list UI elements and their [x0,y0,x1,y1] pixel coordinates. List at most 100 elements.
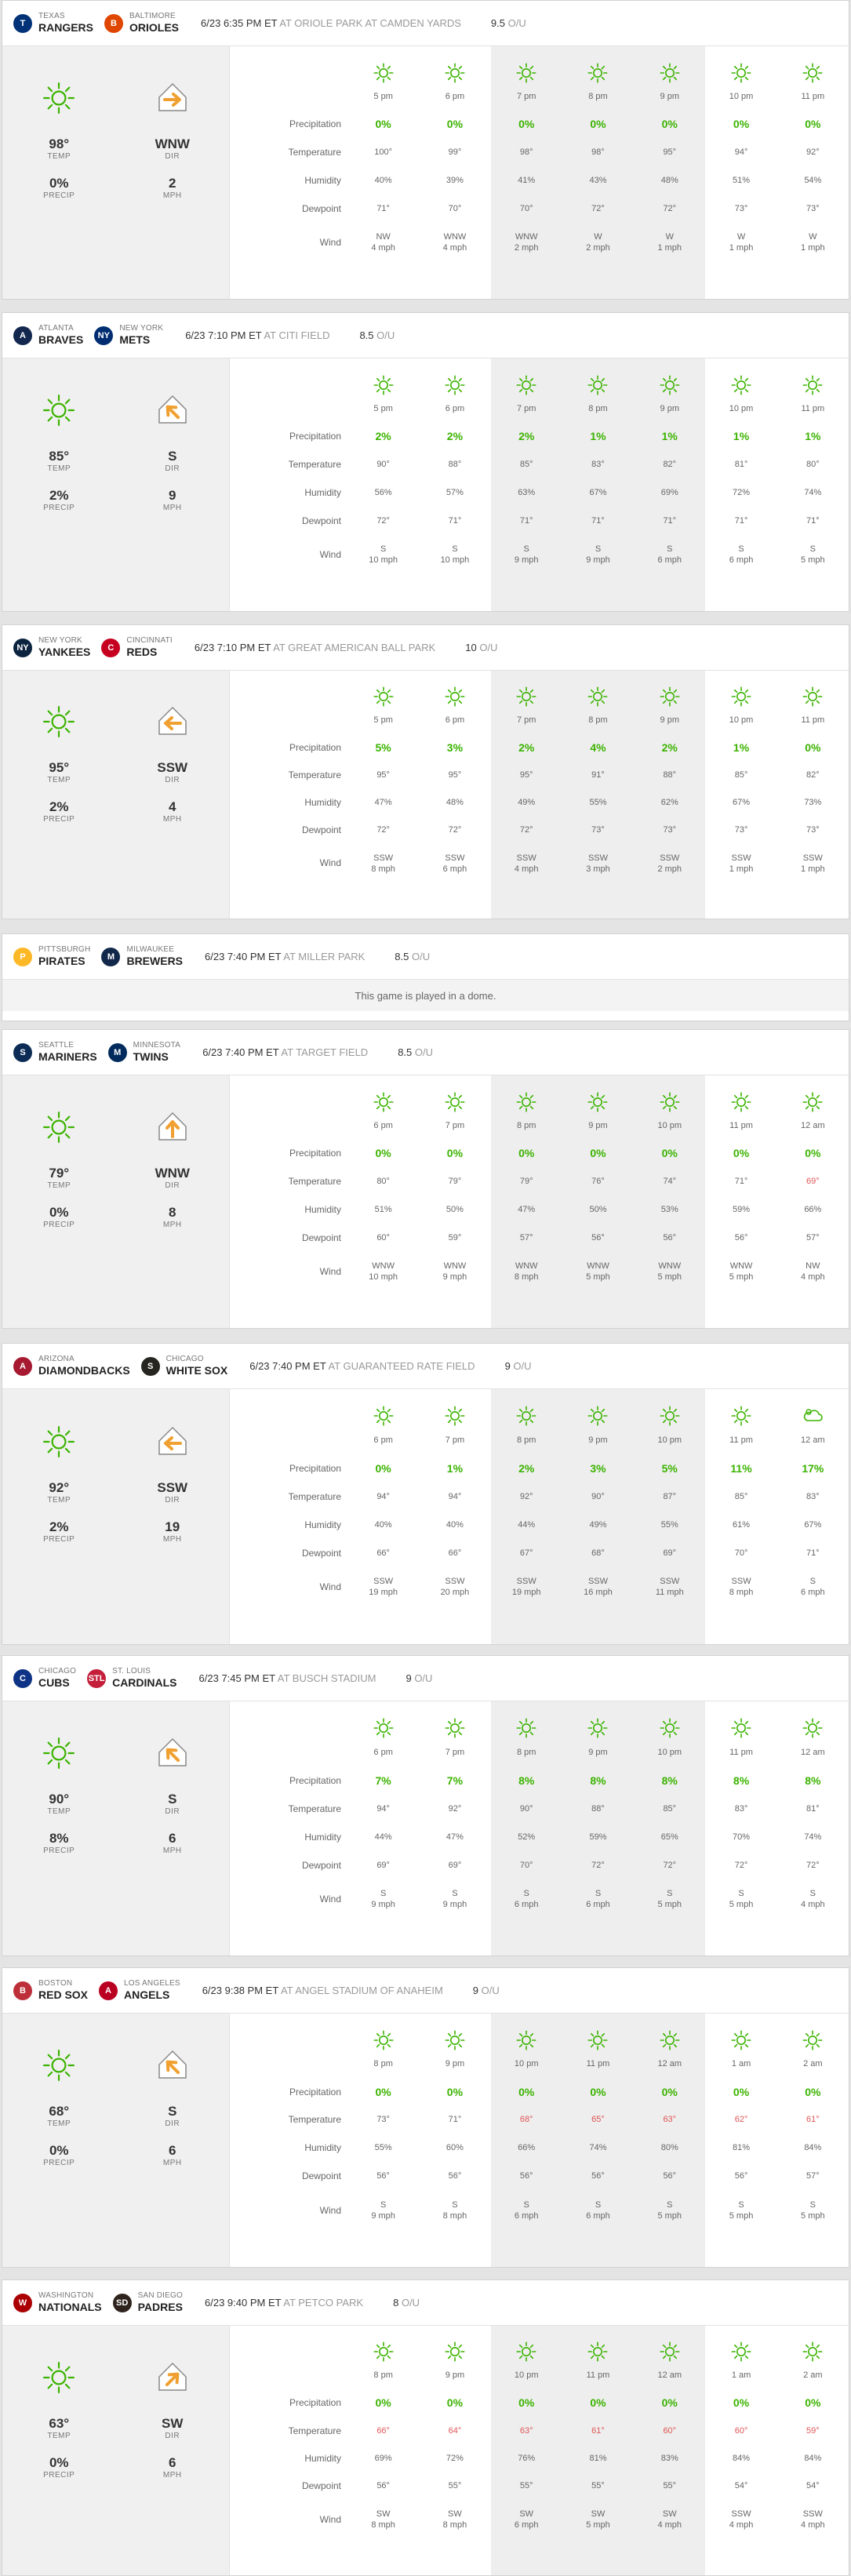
away-team[interactable]: A Atlanta Braves [13,324,83,347]
wind-speed: 8 mph [371,2520,395,2531]
wind-value: WNW 9 mph [419,1252,490,1283]
over-under-value: 9 [472,1985,479,1996]
game-header[interactable]: W Washington Nationals SD San Diego Padr… [2,2280,849,2326]
game-header[interactable]: T Texas Rangers B Baltimore Orioles 6/23… [2,1,849,46]
wind-value: S 9 mph [491,535,562,566]
hour-label: 12 am [657,2370,682,2380]
game-header[interactable]: B Boston Red Sox A Los Angeles Angels 6/… [2,1968,849,2014]
precip-value: 4% [590,740,606,754]
wind-speed: 5 mph [586,2520,610,2531]
hour-column: 1 am 0% 60° 84% 54° SSW 4 mph [705,2326,776,2575]
over-under-value: 8.5 [395,951,409,962]
row-labels: Precipitation Temperature Humidity Dewpo… [230,2326,347,2575]
wind-speed: 2 mph [657,864,682,874]
game-summary: 92° TEMP 2% PRECIP SSW DIR 19 MPH [2,1389,230,1644]
temp-value: 60° [663,2425,677,2436]
hour-label: 6 pm [373,1435,393,1445]
humidity-value: 76% [518,2453,536,2463]
row-labels: Precipitation Temperature Humidity Dewpo… [230,1701,347,1956]
dewpoint-value: 67° [519,1548,533,1559]
hour-column: 12 am 0% 60° 83% 55° SW 4 mph [634,2326,706,2575]
home-team[interactable]: C Cincinnati Reds [101,636,173,659]
dewpoint-value: 72° [376,515,390,526]
away-team-name: Diamondbacks [38,1364,130,1377]
wind-speed: 8 mph [442,2210,467,2221]
away-team[interactable]: A Arizona Diamondbacks [13,1355,130,1377]
wind-speed: 2 mph [586,243,610,253]
wind-direction: WNW [372,1261,395,1272]
away-team-name: Mariners [38,1050,97,1063]
away-team[interactable]: T Texas Rangers [13,12,93,35]
precip-value: 0% [518,2396,535,2410]
hour-label: 11 pm [729,1747,753,1757]
wind-speed: 4 mph [801,1272,825,1283]
game-header[interactable]: S Seattle Mariners M Minnesota Twins 6/2… [2,1030,849,1075]
hour-label: 9 pm [588,1435,608,1445]
game-header[interactable]: A Arizona Diamondbacks S Chicago White S… [2,1344,849,1389]
home-team[interactable]: A Los Angeles Angels [99,1979,180,2002]
hour-label: 5 pm [373,715,393,725]
away-team-city: Chicago [38,1667,77,1675]
dewpoint-value: 70° [519,1860,533,1870]
home-team[interactable]: SD San Diego Padres [112,2291,183,2314]
summary-precip-label: PRECIP [43,504,75,513]
wind-speed: 5 mph [586,1272,610,1283]
summary-top: 79° TEMP 0% PRECIP WNW DIR 8 MPH [2,1111,229,1230]
temp-value: 91° [591,770,605,780]
precip-value: 2% [661,740,678,754]
label-precipitation: Precipitation [289,2397,341,2409]
precip-value: 8% [805,1774,821,1787]
humidity-value: 44% [374,1832,392,1842]
dewpoint-value: 55° [591,2481,605,2491]
hour-column: 8 pm 0% 66° 69% 56° SW 8 mph [347,2326,419,2575]
away-team[interactable]: B Boston Red Sox [13,1979,88,2002]
summary-mph-label: MPH [162,815,182,824]
row-labels: Precipitation Temperature Humidity Dewpo… [230,46,347,299]
away-team[interactable]: NY New York Yankees [13,636,90,659]
humidity-value: 72% [446,2453,464,2463]
wind-value: S 9 mph [562,535,634,566]
over-under: 8 O/U [393,2297,420,2309]
wind-speed: 1 mph [729,243,754,253]
game-header[interactable]: NY New York Yankees C Cincinnati Reds 6/… [2,625,849,671]
home-team[interactable]: STL St. Louis Cardinals [87,1667,177,1690]
dewpoint-value: 72° [591,203,605,213]
wind-direction: S [523,1888,529,1898]
hourly-table: Precipitation Temperature Humidity Dewpo… [230,1389,849,1644]
over-under: 9.5 O/U [491,17,526,29]
away-team-logo: S [13,1042,32,1062]
wind-value: S 6 mph [491,1879,562,1910]
summary-mph-label: MPH [162,504,182,513]
home-team[interactable]: S Chicago White Sox [140,1355,227,1377]
game-info: 6/23 9:38 PM ET AT ANGEL STADIUM OF ANAH… [202,1985,443,1996]
wind-speed: 8 mph [514,1272,539,1283]
home-team[interactable]: M Minnesota Twins [107,1041,181,1064]
summary-temp: 79° [49,1166,70,1181]
game-info: 6/23 6:35 PM ET AT ORIOLE PARK AT CAMDEN… [201,17,461,29]
away-team[interactable]: S Seattle Mariners [13,1041,97,1064]
summary-wind-speed: 19 [165,1519,180,1534]
game-header[interactable]: P Pittsburgh Pirates M Milwaukee Brewers… [2,934,849,980]
home-team[interactable]: M Milwaukee Brewers [101,945,183,968]
humidity-value: 51% [733,175,751,185]
wind-direction: SSW [587,1577,609,1587]
home-team-logo: M [101,947,121,966]
away-team[interactable]: C Chicago Cubs [13,1667,76,1690]
summary-wind-speed: 6 [169,1831,176,1846]
hour-label: 12 am [801,1435,825,1445]
hour-label: 11 pm [801,91,825,101]
wind-value: SSW 19 mph [491,1567,562,1598]
game-header[interactable]: C Chicago Cubs STL St. Louis Cardinals 6… [2,1656,849,1701]
home-team[interactable]: NY New York Mets [94,324,163,347]
wind-direction: SW [662,2509,677,2520]
away-team[interactable]: P Pittsburgh Pirates [13,945,90,968]
hour-column: 8 pm 0% 73° 55% 56° S 9 mph [347,2014,419,2267]
game-header[interactable]: A Atlanta Braves NY New York Mets 6/23 7… [2,313,849,358]
away-team[interactable]: W Washington Nationals [13,2291,102,2314]
game-venue: AT CITI FIELD [264,329,330,341]
hour-label: 5 pm [373,91,393,101]
precip-value: 1% [733,740,750,754]
home-team[interactable]: B Baltimore Orioles [104,12,179,35]
wind-speed: 6 mph [442,864,467,874]
label-temperature: Temperature [288,2114,341,2126]
